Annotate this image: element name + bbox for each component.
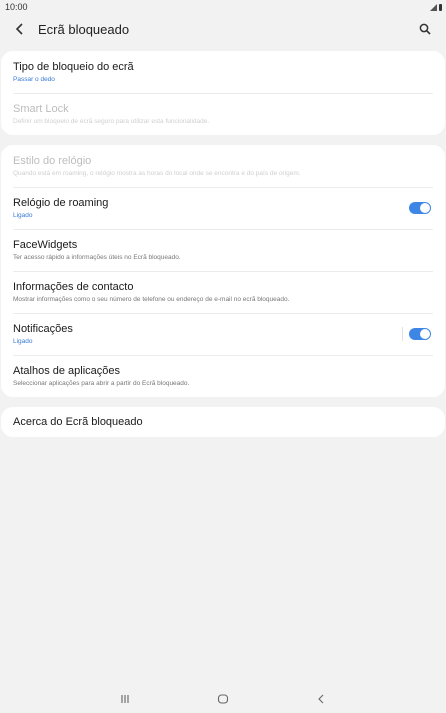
about-lock-screen-item[interactable]: Acerca do Ecrã bloqueado xyxy=(1,407,445,437)
recent-apps-icon xyxy=(121,695,129,703)
item-subtitle: Seleccionar aplicações para abrir a part… xyxy=(13,380,190,387)
item-subtitle: Mostrar informações como o seu número de… xyxy=(13,296,290,303)
contact-information-item[interactable]: Informações de contacto Mostrar informaç… xyxy=(1,271,445,313)
facewidgets-item[interactable]: FaceWidgets Ter acesso rápido a informaç… xyxy=(1,229,445,271)
navigation-bar xyxy=(0,685,446,713)
status-bar: 10:00 xyxy=(0,0,446,14)
item-title: Acerca do Ecrã bloqueado xyxy=(13,416,143,428)
notifications-toggle[interactable] xyxy=(409,328,431,340)
roaming-clock-item[interactable]: Relógio de roaming Ligado xyxy=(1,187,445,229)
item-title: Atalhos de aplicações xyxy=(13,365,121,377)
smart-lock-item: Smart Lock Definir um bloqueio de ecrã s… xyxy=(1,93,445,135)
search-button[interactable] xyxy=(414,18,436,40)
back-button[interactable] xyxy=(8,17,32,41)
item-title: Relógio de roaming xyxy=(13,197,109,209)
battery-icon xyxy=(439,3,442,11)
chevron-left-icon xyxy=(15,23,23,35)
page-title: Ecrã bloqueado xyxy=(38,21,130,37)
app-bar: Ecrã bloqueado xyxy=(0,14,446,44)
item-subtitle: Quando está em roaming, o relógio mostra… xyxy=(13,170,301,177)
app-shortcuts-item[interactable]: Atalhos de aplicações Seleccionar aplica… xyxy=(1,355,445,397)
home-icon xyxy=(217,694,229,704)
item-subtitle: Ligado xyxy=(13,212,33,219)
clock-style-item: Estilo do relógio Quando está em roaming… xyxy=(1,145,445,187)
status-icons xyxy=(430,3,442,11)
item-subtitle: Definir um bloqueio de ecrã seguro para … xyxy=(13,118,210,125)
item-subtitle: Ter acesso rápido a informações úteis no… xyxy=(13,254,181,261)
search-icon xyxy=(419,23,431,35)
item-title: FaceWidgets xyxy=(13,239,78,251)
screen-lock-type-item[interactable]: Tipo de bloqueio do ecrã Passar o dedo xyxy=(1,51,445,93)
status-time: 10:00 xyxy=(5,2,28,12)
item-title: Tipo de bloqueio do ecrã xyxy=(13,61,134,73)
divider xyxy=(402,327,403,341)
home-button[interactable] xyxy=(211,689,235,709)
item-subtitle: Passar o dedo xyxy=(13,76,55,83)
notifications-item[interactable]: Notificações Ligado xyxy=(1,313,445,355)
settings-card-lock-type: Tipo de bloqueio do ecrã Passar o dedo S… xyxy=(1,51,445,135)
signal-icon xyxy=(430,3,437,11)
roaming-clock-toggle[interactable] xyxy=(409,202,431,214)
item-title: Notificações xyxy=(13,323,73,335)
item-subtitle: Ligado xyxy=(13,338,33,345)
settings-card-lock-screen-options: Estilo do relógio Quando está em roaming… xyxy=(1,145,445,397)
item-title: Estilo do relógio xyxy=(13,155,92,167)
recent-apps-button[interactable] xyxy=(113,689,137,709)
item-title: Smart Lock xyxy=(13,103,69,115)
item-title: Informações de contacto xyxy=(13,281,134,293)
back-arrow-icon xyxy=(318,694,324,704)
settings-card-about: Acerca do Ecrã bloqueado xyxy=(1,407,445,437)
back-nav-button[interactable] xyxy=(309,689,333,709)
